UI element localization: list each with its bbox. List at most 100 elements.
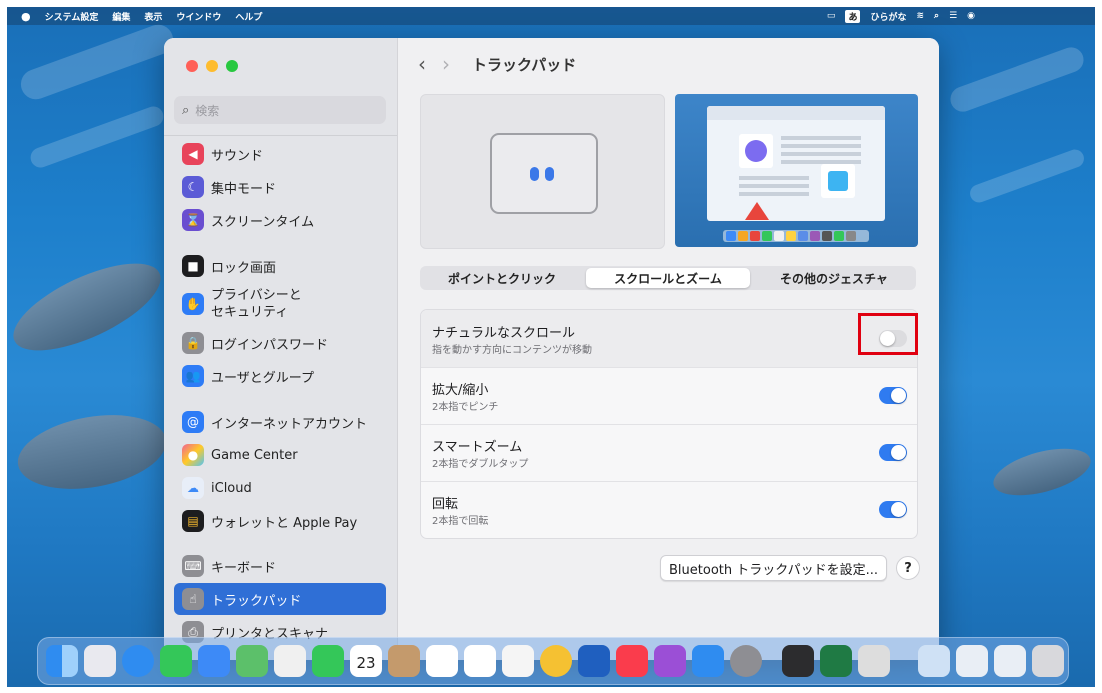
reminders-icon[interactable] — [426, 645, 458, 677]
gesture-preview-screen — [675, 94, 918, 247]
facetime-icon[interactable] — [312, 645, 344, 677]
setting-title: スマートズーム — [432, 440, 523, 455]
setting-subtitle: 指を動かす方向にコンテンツが移動 — [432, 345, 592, 356]
trash-icon[interactable] — [1032, 645, 1064, 677]
wifi-icon[interactable]: ≋ — [916, 11, 924, 21]
launchpad-icon[interactable] — [84, 645, 116, 677]
sidebar-item-label: Game Center — [211, 447, 298, 463]
preview-circle-shape — [739, 134, 773, 168]
light-ray — [16, 20, 178, 104]
system-settings-window: ⌕ 検索 ◀ サウンド ☾ 集中モード ⌛ スクリーンタイム ■ ロック画面 ✋ — [164, 38, 939, 660]
sidebar-item-trackpad[interactable]: ☝ トラックパッド — [174, 583, 386, 615]
rotate-toggle[interactable] — [879, 501, 907, 518]
app-store-icon[interactable] — [692, 645, 724, 677]
sidebar-item-wallet[interactable]: ▤ ウォレットと Apple Pay — [174, 505, 386, 537]
zoom-button[interactable] — [226, 60, 238, 72]
setting-row-smart-zoom: スマートズーム 2本指でダブルタップ — [421, 424, 917, 482]
dolphin-image — [12, 404, 172, 500]
minimize-button[interactable] — [206, 60, 218, 72]
setting-subtitle: 2本指でダブルタップ — [432, 459, 529, 470]
input-method-label[interactable]: ひらがな — [870, 10, 906, 23]
sidebar-item-label: ログインパスワード — [211, 337, 329, 353]
keyboard-icon: ⌨ — [182, 555, 204, 577]
close-button[interactable] — [186, 60, 198, 72]
calendar-icon[interactable]: 23 — [350, 645, 382, 677]
safari-icon[interactable] — [122, 645, 154, 677]
battery-icon[interactable]: ▭ — [827, 11, 836, 21]
photos-icon[interactable] — [274, 645, 306, 677]
sidebar-item-lock-screen[interactable]: ■ ロック画面 — [174, 250, 386, 282]
notes-icon[interactable] — [464, 645, 496, 677]
chrome-icon[interactable] — [540, 645, 572, 677]
document-stack-icon[interactable] — [956, 645, 988, 677]
setting-title: 拡大/縮小 — [432, 383, 489, 398]
music-icon[interactable] — [616, 645, 648, 677]
finder-icon[interactable] — [46, 645, 78, 677]
podcasts-icon[interactable] — [654, 645, 686, 677]
at-icon: @ — [182, 411, 204, 433]
sidebar-item-label: トラックパッド — [211, 593, 302, 609]
help-button[interactable]: ? — [896, 556, 920, 580]
apple-menu-icon[interactable]: ● — [21, 10, 31, 23]
freeform-icon[interactable] — [502, 645, 534, 677]
zoom-toggle[interactable] — [879, 387, 907, 404]
sidebar-item-screen-time[interactable]: ⌛ スクリーンタイム — [174, 204, 386, 236]
tab-more-gestures[interactable]: その他のジェスチャ — [752, 266, 916, 290]
screenshot-stack-icon[interactable] — [994, 645, 1026, 677]
preview-square-shape — [821, 164, 855, 198]
menu-app-name[interactable]: システム設定 — [45, 10, 99, 23]
quicktime-icon[interactable] — [782, 645, 814, 677]
system-settings-icon[interactable] — [730, 645, 762, 677]
settings-group: ナチュラルなスクロール 指を動かす方向にコンテンツが移動 拡大/縮小 2本指でピ… — [420, 309, 918, 539]
preview-triangle-shape — [745, 202, 769, 220]
hourglass-icon: ⌛ — [182, 209, 204, 231]
cloud-icon: ☁ — [182, 477, 204, 499]
back-chevron-icon[interactable]: ‹ — [418, 52, 426, 76]
search-field[interactable]: ⌕ 検索 — [174, 96, 386, 124]
tab-scroll-and-zoom[interactable]: スクロールとズーム — [586, 268, 750, 288]
menu-view[interactable]: 表示 — [144, 10, 162, 23]
tab-point-and-click[interactable]: ポイントとクリック — [420, 266, 584, 290]
users-icon: 👥 — [182, 365, 204, 387]
search-placeholder: 検索 — [195, 103, 220, 118]
forward-chevron-icon[interactable]: › — [442, 52, 450, 76]
downloads-folder-icon[interactable] — [918, 645, 950, 677]
sidebar-item-privacy[interactable]: ✋ プライバシーと セキュリティ — [174, 286, 386, 322]
sidebar-item-focus[interactable]: ☾ 集中モード — [174, 171, 386, 203]
lock-icon: 🔒 — [182, 332, 204, 354]
sidebar-item-sound[interactable]: ◀ サウンド — [174, 138, 386, 170]
spotlight-icon[interactable]: ⌕ — [934, 11, 939, 21]
setup-bluetooth-trackpad-button[interactable]: Bluetooth トラックパッドを設定... — [660, 555, 887, 581]
control-center-icon[interactable]: ☰ — [949, 11, 957, 21]
menu-help[interactable]: ヘルプ — [235, 10, 262, 23]
sidebar-item-label: プライバシーと — [211, 288, 302, 303]
sidebar-item-icloud[interactable]: ☁ iCloud — [174, 472, 386, 504]
messages-icon[interactable] — [160, 645, 192, 677]
dolphin-image — [7, 246, 173, 368]
input-method-badge[interactable]: あ — [845, 9, 861, 23]
finger-dot-icon — [530, 167, 539, 181]
keynote-icon[interactable] — [578, 645, 610, 677]
search-icon: ⌕ — [182, 102, 190, 118]
sidebar-item-label: iCloud — [211, 480, 252, 496]
mail-icon[interactable] — [198, 645, 230, 677]
page-title: トラックパッド — [472, 55, 577, 74]
contacts-icon[interactable] — [388, 645, 420, 677]
dolphin-image — [988, 439, 1095, 505]
menu-edit[interactable]: 編集 — [112, 10, 130, 23]
smart-zoom-toggle[interactable] — [879, 444, 907, 461]
sidebar-item-login-password[interactable]: 🔒 ログインパスワード — [174, 327, 386, 359]
sidebar-item-users[interactable]: 👥 ユーザとグループ — [174, 360, 386, 392]
sidebar-item-label: 集中モード — [211, 181, 277, 197]
menu-window[interactable]: ウインドウ — [176, 10, 221, 23]
siri-icon[interactable]: ◉ — [967, 11, 975, 21]
sidebar-item-game-center[interactable]: ● Game Center — [174, 439, 386, 471]
preview-text-lines — [739, 176, 809, 180]
maps-icon[interactable] — [236, 645, 268, 677]
preview-icon[interactable] — [858, 645, 890, 677]
excel-icon[interactable] — [820, 645, 852, 677]
toggle-knob — [891, 445, 906, 460]
sidebar-item-keyboard[interactable]: ⌨ キーボード — [174, 550, 386, 582]
sidebar-item-label: ウォレットと Apple Pay — [211, 515, 358, 531]
sidebar-item-internet-accounts[interactable]: @ インターネットアカウント — [174, 406, 386, 438]
